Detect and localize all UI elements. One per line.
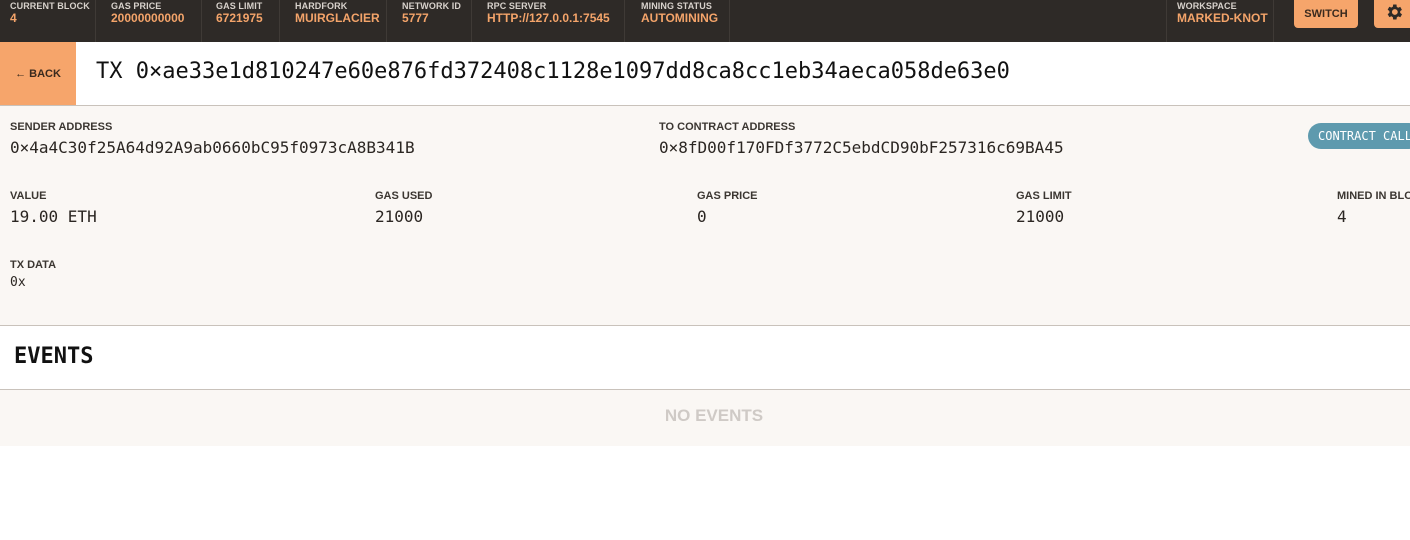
transaction-details: SENDER ADDRESS 0×4a4C30f25A64d92A9ab0660… [0,106,1410,326]
gas-price-field: GAS PRICE 0 [697,190,758,226]
gear-icon [1384,2,1404,27]
field-label: TX DATA [10,259,57,271]
stat-value: AUTOMINING [641,11,719,25]
field-label: SENDER ADDRESS [10,121,113,133]
field-label: GAS LIMIT [1016,190,1072,202]
mined-in-block-field: MINED IN BLOCK 4 [1337,190,1410,226]
events-header: EVENTS [0,326,1410,390]
contract-call-badge: CONTRACT CALL [1308,123,1410,149]
to-contract-address-field: TO CONTRACT ADDRESS 0×8fD00f170FDf3772C5… [659,121,1064,157]
stat-label: HARDFORK [295,1,348,11]
stat-gas-price: GAS PRICE 20000000000 [101,0,202,42]
stat-label: GAS LIMIT [216,1,263,11]
stat-label: GAS PRICE [111,1,162,11]
stat-label: WORKSPACE [1177,1,1237,11]
stat-value: 5777 [402,11,429,25]
field-label: GAS USED [375,190,433,202]
back-button[interactable]: ← BACK [0,42,76,105]
gas-used-field: GAS USED 21000 [375,190,432,226]
stat-label: MINING STATUS [641,1,712,11]
settings-button[interactable] [1374,0,1410,28]
stat-rpc-server: RPC SERVER HTTP://127.0.0.1:7545 [477,0,625,42]
stat-label: NETWORK ID [402,1,461,11]
stat-value: MUIRGLACIER [295,11,380,25]
gas-limit-field: GAS LIMIT 21000 [1016,190,1072,226]
events-title: EVENTS [14,344,94,369]
page-title: TX 0×ae33e1d810247e60e876fd372408c1128e1… [96,59,1010,84]
stat-label: RPC SERVER [487,1,547,11]
switch-button[interactable]: SWITCH [1294,0,1358,28]
field-label: MINED IN BLOCK [1337,190,1410,202]
top-status-bar: CURRENT BLOCK 4 GAS PRICE 20000000000 GA… [0,0,1410,42]
stat-value: 4 [10,11,17,25]
stat-network-id: NETWORK ID 5777 [392,0,472,42]
field-label: TO CONTRACT ADDRESS [659,121,796,133]
tx-data-value: 0x [10,275,26,290]
gas-limit-value: 21000 [1016,207,1065,226]
mined-in-block-value: 4 [1337,207,1347,226]
value-field: VALUE 19.00 ETH [10,190,97,226]
events-empty-state: NO EVENTS [0,390,1410,446]
stat-value: MARKED-KNOT [1177,11,1268,25]
stat-current-block: CURRENT BLOCK 4 [0,0,96,42]
stat-value: HTTP://127.0.0.1:7545 [487,11,610,25]
tx-data-field: TX DATA 0x [10,259,56,290]
field-label: GAS PRICE [697,190,758,202]
sender-address-value: 0×4a4C30f25A64d92A9ab0660bC95f0973cA8B34… [10,138,415,157]
value-value: 19.00 ETH [10,207,97,226]
no-events-label: NO EVENTS [664,406,764,425]
sender-address-field: SENDER ADDRESS 0×4a4C30f25A64d92A9ab0660… [10,121,415,157]
stat-hardfork: HARDFORK MUIRGLACIER [285,0,387,42]
stat-mining-status: MINING STATUS AUTOMINING [631,0,730,42]
stat-value: 6721975 [216,11,263,25]
stat-label: CURRENT BLOCK [10,1,90,11]
stat-workspace: WORKSPACE MARKED-KNOT [1166,0,1274,42]
stat-value: 20000000000 [111,11,185,25]
stat-gas-limit: GAS LIMIT 6721975 [206,0,280,42]
to-contract-address-value: 0×8fD00f170FDf3772C5ebdCD90bF257316c69BA… [659,138,1064,157]
gas-price-value: 0 [697,207,707,226]
field-label: VALUE [10,190,47,202]
transaction-header: ← BACK TX 0×ae33e1d810247e60e876fd372408… [0,42,1410,106]
gas-used-value: 21000 [375,207,424,226]
